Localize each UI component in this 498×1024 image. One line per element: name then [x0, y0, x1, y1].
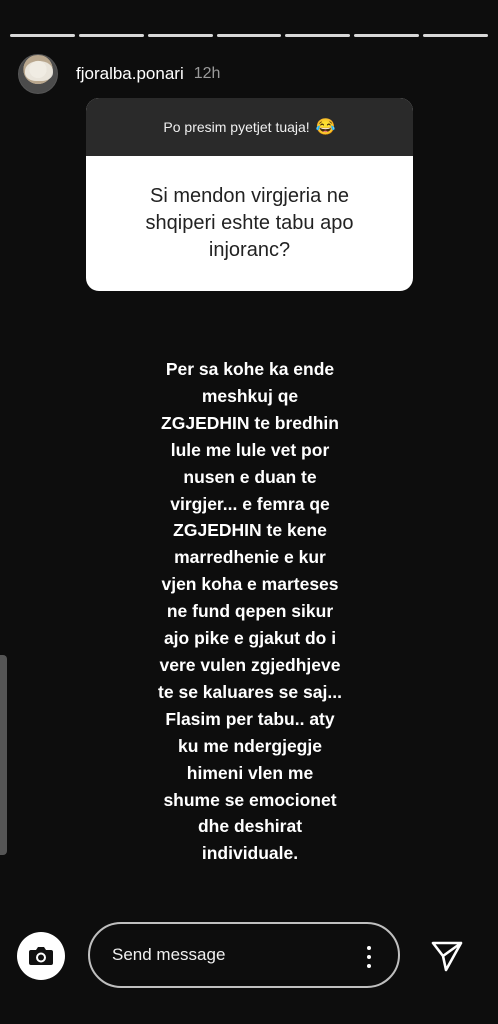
story-progress-bar — [10, 34, 489, 37]
avatar[interactable] — [18, 54, 58, 94]
story-header: fjoralba.ponari 12h — [18, 52, 480, 96]
reply-bar: Send message — [0, 922, 498, 988]
camera-icon — [29, 947, 53, 965]
question-sticker-title: Po presim pyetjet tuaja! — [163, 119, 310, 135]
laughing-emoji-icon: 😂 — [315, 119, 336, 136]
progress-segment — [285, 34, 351, 37]
story-time: 12h — [193, 65, 221, 82]
question-sticker-header: Po presim pyetjet tuaja! 😂 — [86, 98, 413, 156]
question-text: Si mendon virgjeria ne shqiperi eshte ta… — [145, 185, 354, 261]
progress-segment — [354, 34, 420, 37]
question-sticker[interactable]: Po presim pyetjet tuaja! 😂 Si mendon vir… — [86, 98, 413, 291]
edge-handle — [0, 655, 7, 855]
progress-segment — [216, 34, 282, 37]
answer-text: Per sa kohe ka ende meshkuj qe ZGJEDHIN … — [158, 359, 342, 864]
more-vertical-icon[interactable] — [366, 946, 372, 968]
username[interactable]: fjoralba.ponari — [76, 64, 184, 84]
camera-button[interactable] — [17, 932, 65, 980]
progress-segment — [10, 34, 75, 37]
progress-segment — [423, 34, 489, 37]
progress-segment — [78, 34, 144, 37]
progress-segment — [147, 34, 213, 37]
send-message-input[interactable]: Send message — [88, 922, 400, 988]
send-icon[interactable] — [430, 939, 464, 973]
send-message-placeholder: Send message — [112, 945, 226, 964]
